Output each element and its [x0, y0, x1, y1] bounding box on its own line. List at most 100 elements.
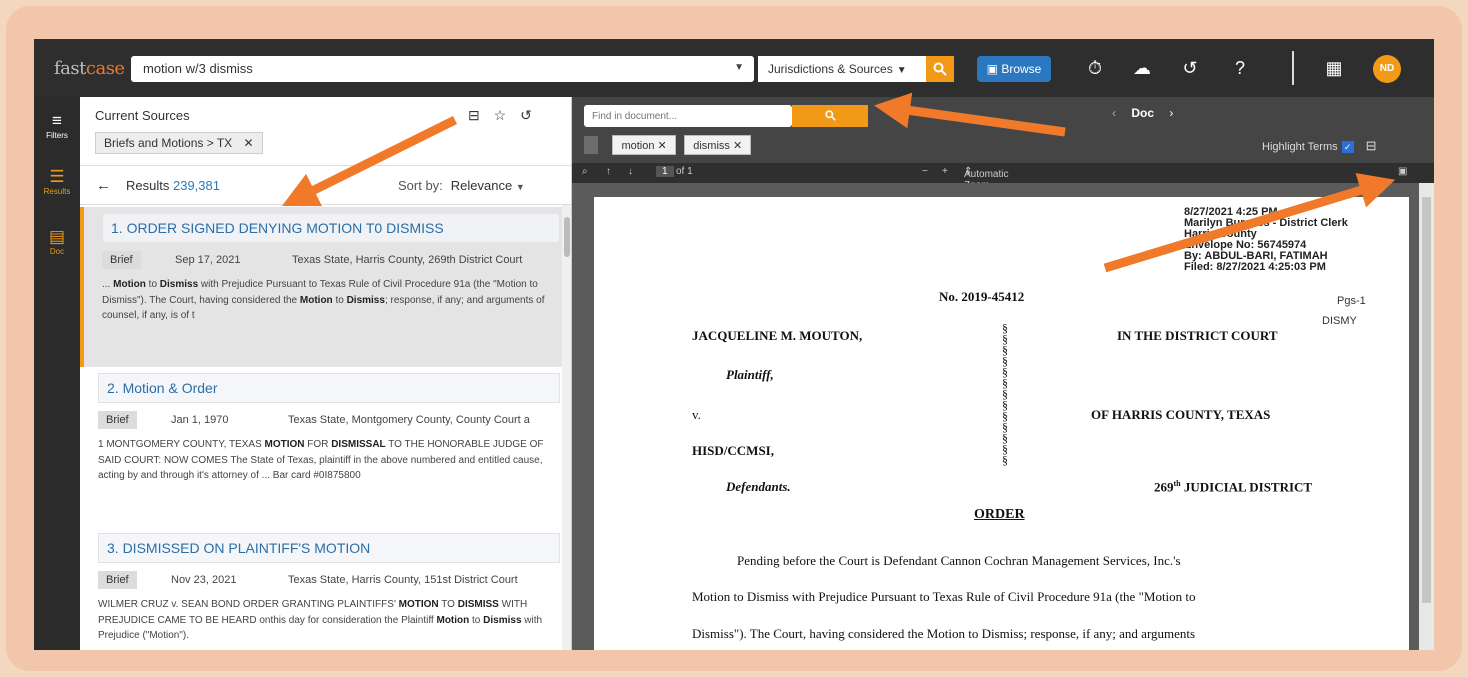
- browse-label: Browse: [1001, 62, 1042, 76]
- result-card[interactable]: 1. ORDER SIGNED DENYING MOTION T0 DISMIS…: [80, 207, 564, 367]
- term-chip-motion[interactable]: motion ✕: [612, 135, 676, 155]
- highlight-terms-toggle[interactable]: Highlight Terms ✓ ⊟: [1262, 138, 1377, 154]
- clear-filter-icon[interactable]: ⊟: [468, 107, 480, 123]
- plaintiff-role: Plaintiff,: [726, 367, 774, 382]
- results-label: Results: [126, 178, 170, 193]
- user-avatar[interactable]: ND: [1373, 55, 1401, 83]
- result-date: Nov 23, 2021: [171, 574, 237, 586]
- zoom-out-icon[interactable]: −: [922, 166, 928, 177]
- checkbox-checked-icon[interactable]: ✓: [1341, 141, 1354, 153]
- result-court: Texas State, Harris County, 269th Distri…: [292, 254, 523, 266]
- snippet-text: to: [332, 294, 347, 306]
- search-icon: [933, 62, 947, 76]
- left-rail: ≡ Filters ☰ Results ▤ Doc: [34, 97, 80, 650]
- source-chip[interactable]: Briefs and Motions > TX ✕: [95, 132, 263, 154]
- result-court: Texas State, Montgomery County, County C…: [288, 414, 530, 426]
- history-icon[interactable]: ↺: [520, 107, 532, 123]
- close-icon[interactable]: ✕: [244, 136, 254, 150]
- highlighted-term: Motion: [436, 614, 470, 626]
- viewer-toolbar: ‹ Doc › motion ✕ dismiss ✕ Highlight Ter…: [572, 97, 1434, 163]
- clear-terms-icon[interactable]: ⊟: [1366, 138, 1377, 153]
- back-arrow-icon[interactable]: ←: [96, 177, 111, 194]
- search-button[interactable]: [926, 56, 954, 82]
- term-label: dismiss: [693, 140, 730, 152]
- find-in-document-input[interactable]: [584, 105, 792, 127]
- body-line-2: Motion to Dismiss with Prejudice Pursuan…: [692, 589, 1196, 604]
- rail-doc-label: Doc: [49, 247, 65, 256]
- result-card[interactable]: 3. DISMISSED ON PLAINTIFF'S MOTION Brief N…: [80, 527, 564, 650]
- prev-doc-icon[interactable]: ‹: [1112, 106, 1116, 120]
- scrollbar-thumb[interactable]: [564, 217, 570, 257]
- zoom-in-icon[interactable]: +: [942, 166, 948, 177]
- result-title[interactable]: 3. DISMISSED ON PLAINTIFF'S MOTION: [98, 533, 560, 563]
- browse-icon: ▣: [986, 62, 1002, 76]
- current-sources-title: Current Sources: [95, 108, 190, 123]
- search-terms: motion ✕ dismiss ✕: [584, 135, 755, 155]
- page-number-input[interactable]: 1: [656, 166, 674, 177]
- fastcase-logo[interactable]: fastcase: [54, 58, 125, 79]
- result-card[interactable]: 2. Motion & Order Brief Jan 1, 1970 Texas S…: [80, 367, 564, 527]
- history-icon[interactable]: ↺: [1177, 55, 1203, 81]
- star-icon[interactable]: ☆: [494, 107, 507, 123]
- highlighted-term: Dismiss: [483, 614, 522, 626]
- browse-button[interactable]: ▣ Browse: [977, 56, 1051, 82]
- close-icon[interactable]: ✕: [658, 140, 667, 152]
- next-doc-icon[interactable]: ›: [1169, 106, 1173, 120]
- section-marks: § § § § § § § § § § § § §: [1002, 321, 1008, 467]
- jurisdictions-label: Jurisdictions & Sources: [768, 62, 893, 76]
- sort-dropdown[interactable]: Sort by: Relevance ▼: [398, 178, 525, 193]
- term-chip-dismiss[interactable]: dismiss ✕: [684, 135, 752, 155]
- result-type-badge: Brief: [102, 251, 141, 269]
- result-title[interactable]: 1. ORDER SIGNED DENYING MOTION T0 DISMIS…: [102, 213, 560, 243]
- download-icon[interactable]: ▣: [1398, 166, 1407, 177]
- snippet-text: ...: [102, 279, 114, 290]
- result-snippet: WILMER CRUZ v. SEAN BOND ORDER GRANTING …: [98, 597, 552, 644]
- results-header: ← Results 239,381 Sort by: Relevance ▼: [80, 165, 571, 205]
- filter-icon: ≡: [52, 111, 62, 130]
- snippet-text: to: [145, 279, 160, 290]
- snippet-text: FOR: [304, 439, 332, 450]
- search-input-value: motion w/3 dismiss: [143, 61, 253, 76]
- help-icon[interactable]: ?: [1227, 55, 1253, 81]
- result-date: Sep 17, 2021: [175, 254, 241, 266]
- results-scrollbar[interactable]: [562, 205, 571, 650]
- rail-filters[interactable]: ≡ Filters: [34, 111, 80, 140]
- stamp-line: Filed: 8/27/2021 4:25:03 PM: [1184, 261, 1326, 273]
- highlighted-term: DISMISSAL: [331, 439, 386, 450]
- order-title: ORDER: [974, 507, 1025, 522]
- snippet-text: to: [469, 614, 484, 626]
- cloud-download-icon[interactable]: ☁: [1129, 55, 1155, 81]
- rail-filters-label: Filters: [46, 131, 68, 140]
- next-page-icon[interactable]: ↓: [628, 166, 633, 177]
- case-number: No. 2019-45412: [939, 289, 1025, 304]
- snippet-text: TO: [438, 599, 458, 610]
- court-line-3-number: 269: [1154, 479, 1174, 495]
- apps-grid-icon[interactable]: ▦: [1321, 55, 1347, 81]
- search-dropdown-icon[interactable]: ▼: [734, 62, 744, 73]
- doc-label: Doc: [1131, 106, 1155, 120]
- sort-value: Relevance: [450, 178, 513, 193]
- close-icon[interactable]: ✕: [733, 140, 742, 152]
- prev-page-icon[interactable]: ↑: [606, 166, 611, 177]
- results-count: Results 239,381: [126, 178, 220, 193]
- search-input[interactable]: motion w/3 dismiss ▼: [131, 56, 754, 82]
- snippet-text: WILMER CRUZ v. SEAN BOND ORDER GRANTING …: [98, 599, 399, 610]
- toolbar-divider: [1292, 51, 1294, 85]
- stopwatch-icon[interactable]: ⏱: [1082, 55, 1108, 81]
- pdf-search-icon[interactable]: ⌕: [582, 166, 588, 177]
- find-button[interactable]: [792, 105, 868, 127]
- rail-results[interactable]: ☰ Results: [34, 167, 80, 196]
- highlighted-term: Motion: [113, 279, 146, 290]
- plaintiff-name: JACQUELINE M. MOUTON,: [692, 328, 863, 343]
- jurisdictions-dropdown[interactable]: Jurisdictions & Sources ▼: [758, 56, 926, 82]
- result-snippet: 1 MONTGOMERY COUNTY, TEXAS MOTION FOR DI…: [98, 437, 552, 484]
- court-line-3-text: JUDICIAL DISTRICT: [1180, 479, 1313, 495]
- scrollbar-thumb[interactable]: [1422, 197, 1431, 603]
- document-scrollbar[interactable]: [1419, 183, 1434, 650]
- result-title[interactable]: 2. Motion & Order: [98, 373, 560, 403]
- zoom-select[interactable]: Automatic Zoom ⇕: [964, 166, 1008, 191]
- highlighted-term: MOTION: [264, 439, 305, 450]
- rail-doc[interactable]: ▤ Doc: [34, 227, 80, 256]
- pdf-toolbar: ⌕ ↑ ↓ 1 of 1 − + Automatic Zoom ⇕ ▣: [572, 163, 1434, 191]
- body-line-1: Pending before the Court is Defendant Ca…: [737, 553, 1181, 568]
